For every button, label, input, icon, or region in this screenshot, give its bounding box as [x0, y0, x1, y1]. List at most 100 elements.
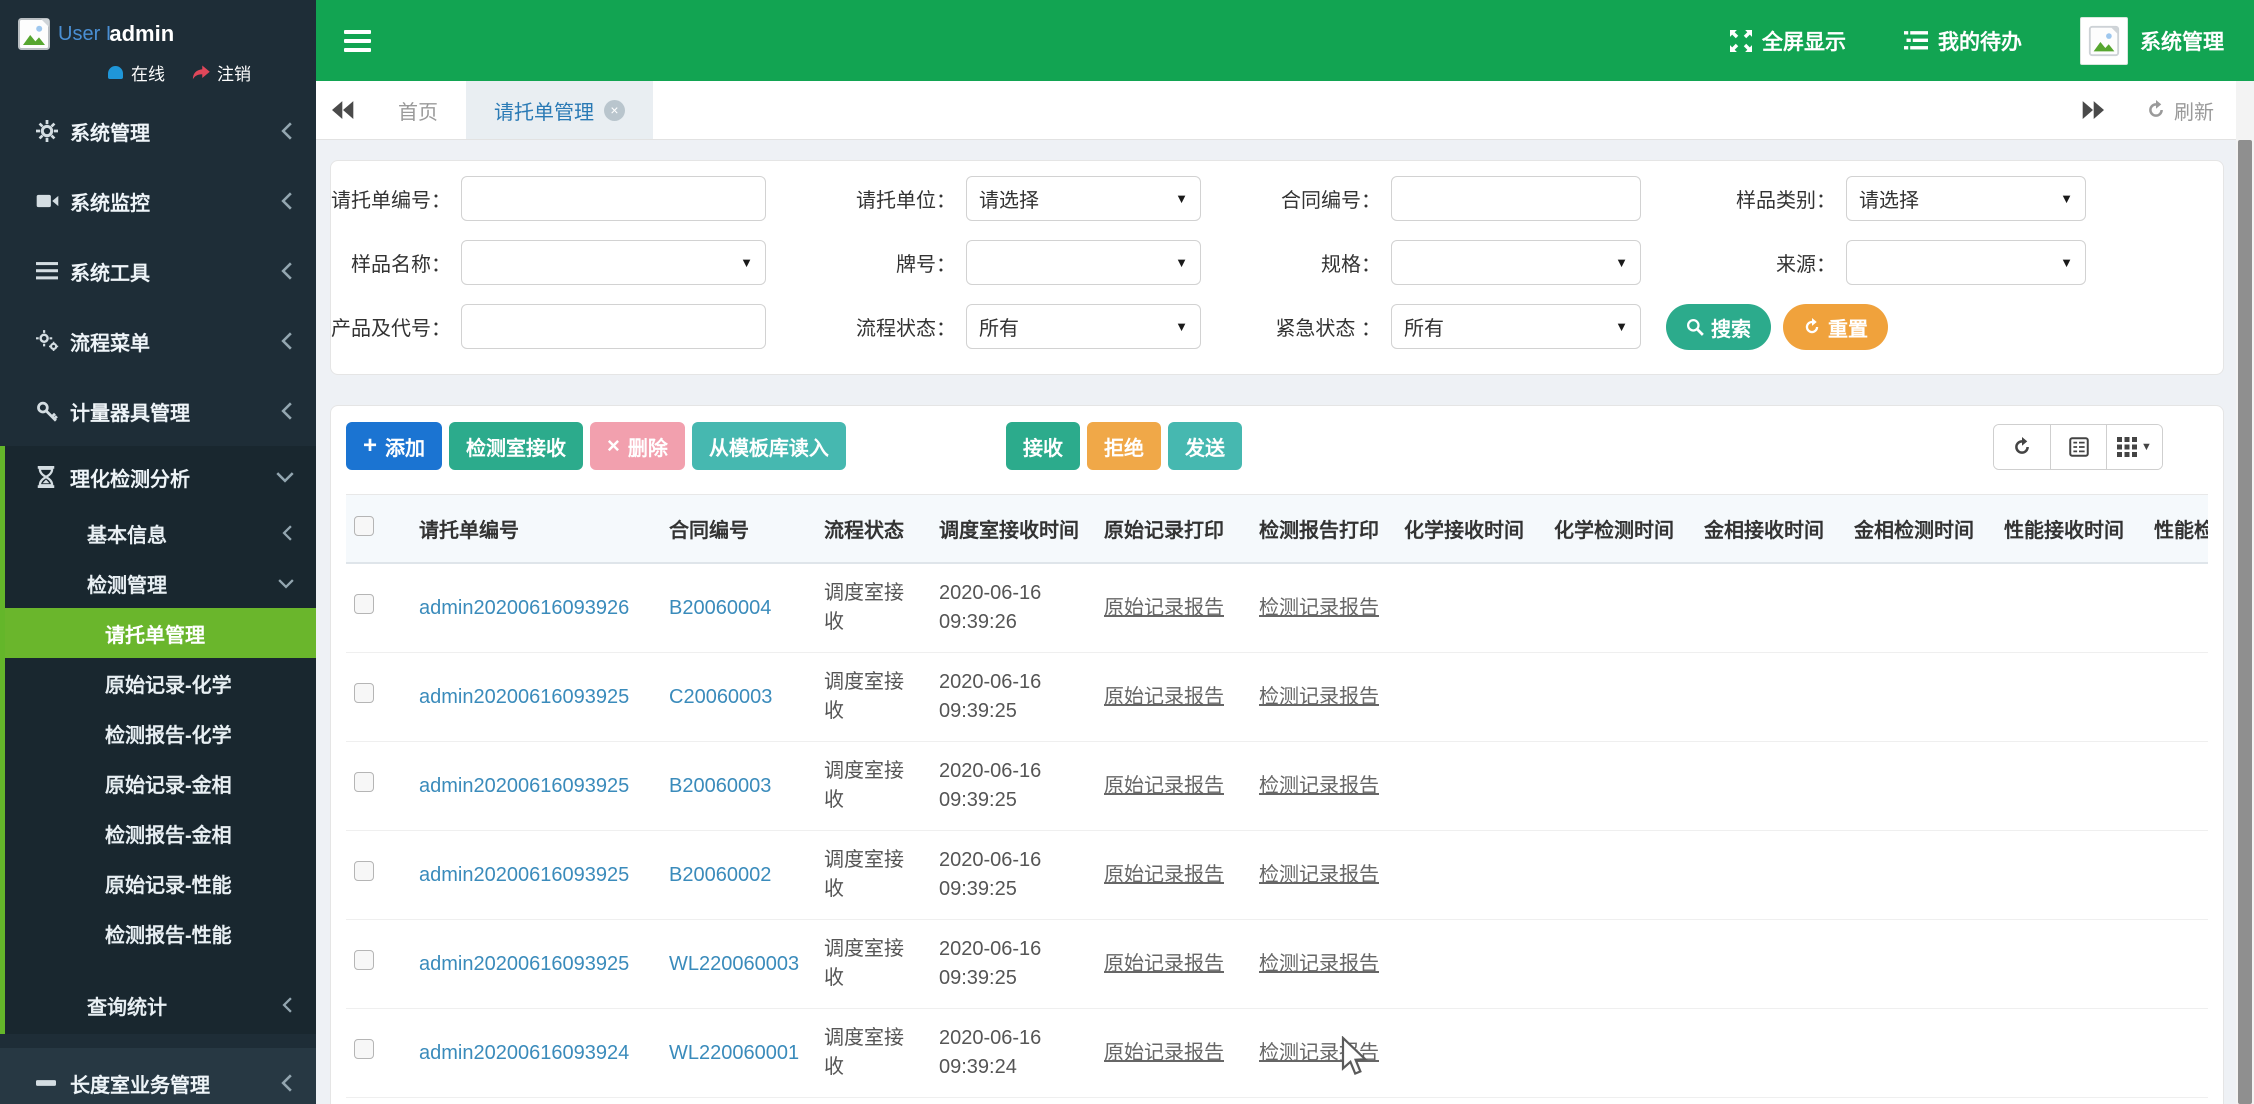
menu-icon[interactable] [344, 29, 371, 52]
gear-icon [36, 120, 70, 142]
test-report-link[interactable]: 检测记录报告 [1259, 953, 1379, 975]
test-report-link[interactable]: 检测记录报告 [1259, 1042, 1379, 1064]
sidebar-item-query-stats[interactable]: 查询统计 [5, 976, 316, 1034]
tab-bar: 首页 请托单管理 × 刷新 [316, 81, 2254, 140]
contract-no-link[interactable]: B20060004 [669, 597, 771, 619]
sidebar-item-label: 基本信息 [87, 524, 167, 547]
row-checkbox[interactable] [354, 1038, 374, 1059]
scrollbar-thumb[interactable] [2238, 140, 2252, 1104]
fullscreen-button[interactable]: 全屏显示 [1730, 26, 1846, 56]
row-checkbox[interactable] [354, 682, 374, 703]
brand-select[interactable]: ▼ [966, 240, 1201, 285]
product-code-input[interactable] [461, 304, 766, 349]
sidebar-item-process-menu[interactable]: 流程菜单 [0, 306, 316, 376]
send-button[interactable]: 发送 [1168, 422, 1242, 470]
logout-label: 注销 [217, 65, 251, 84]
spec-select[interactable]: ▼ [1391, 240, 1641, 285]
from-template-label: 从模板库读入 [708, 437, 829, 460]
tab-home[interactable]: 首页 [370, 81, 466, 139]
original-record-link[interactable]: 原始记录报告 [1104, 864, 1224, 886]
sidebar-item-system-mgmt[interactable]: 系统管理 [0, 96, 316, 166]
sidebar-item-original-record-chem[interactable]: 原始记录-化学 [5, 658, 316, 708]
avatar-alt-text: User I [58, 22, 112, 45]
source-select[interactable]: ▼ [1846, 240, 2086, 285]
reject-button[interactable]: 拒绝 [1087, 422, 1161, 470]
sidebar-item-original-record-perf[interactable]: 原始记录-性能 [5, 858, 316, 908]
add-button[interactable]: + 添加 [346, 422, 443, 470]
contract-no-link[interactable]: B20060003 [669, 775, 771, 797]
order-no-link[interactable]: admin20200616093924 [419, 1042, 629, 1064]
test-report-link[interactable]: 检测记录报告 [1259, 597, 1379, 619]
contract-no-link[interactable]: WL220060003 [669, 953, 799, 975]
sidebar-item-report-perf[interactable]: 检测报告-性能 [5, 908, 316, 958]
chevron-down-icon: ▼ [1615, 319, 1628, 334]
close-icon[interactable]: × [604, 99, 625, 121]
tab-back-icon[interactable] [316, 81, 370, 139]
from-template-button[interactable]: 从模板库读入 [691, 422, 846, 470]
select-all-checkbox[interactable] [354, 515, 374, 536]
sidebar-item-detection-mgmt[interactable]: 检测管理 [5, 558, 316, 608]
delete-button[interactable]: × 删除 [590, 422, 685, 470]
row-checkbox[interactable] [354, 949, 374, 970]
key-icon [36, 400, 70, 422]
user-panel: User Iadmin 在线 注销 [0, 0, 316, 96]
sample-category-select[interactable]: 请选择 ▼ [1846, 176, 2086, 221]
original-record-link[interactable]: 原始记录报告 [1104, 597, 1224, 619]
field-label: 流程状态： [856, 318, 956, 340]
test-report-link[interactable]: 检测记录报告 [1259, 686, 1379, 708]
sidebar-item-system-tools[interactable]: 系统工具 [0, 236, 316, 306]
contract-no-input[interactable] [1391, 176, 1641, 221]
sample-name-select[interactable]: ▼ [461, 240, 766, 285]
app-window: User Iadmin 在线 注销 系统管理 系统监控 系统工具 流程菜单 计量… [0, 0, 2254, 1104]
sidebar-item-physchem-analysis[interactable]: 理化检测分析 [5, 446, 316, 508]
row-checkbox[interactable] [354, 860, 374, 881]
sidebar-item-report-metallo[interactable]: 检测报告-金相 [5, 808, 316, 858]
detail-view-button[interactable] [2050, 425, 2106, 469]
urgency-status-select[interactable]: 所有 ▼ [1391, 304, 1641, 349]
original-record-link[interactable]: 原始记录报告 [1104, 1042, 1224, 1064]
row-checkbox[interactable] [354, 771, 374, 792]
sidebar-item-length-room[interactable]: 长度室业务管理 [0, 1048, 316, 1104]
contract-no-link[interactable]: C20060003 [669, 686, 772, 708]
my-todo-button[interactable]: 我的待办 [1904, 26, 2022, 56]
field-label: 请托单位： [856, 190, 956, 212]
lab-receive-label: 检测室接收 [466, 437, 567, 460]
order-no-link[interactable]: admin20200616093925 [419, 775, 629, 797]
process-status-select[interactable]: 所有 ▼ [966, 304, 1201, 349]
contract-no-link[interactable]: B20060002 [669, 864, 771, 886]
contract-no-link[interactable]: WL220060001 [669, 1042, 799, 1064]
request-unit-select[interactable]: 请选择 ▼ [966, 176, 1201, 221]
sidebar-item-request-orders[interactable]: 请托单管理 [5, 608, 316, 658]
receive-button[interactable]: 接收 [1006, 422, 1080, 470]
original-record-link[interactable]: 原始记录报告 [1104, 953, 1224, 975]
admin-menu[interactable]: 系统管理 [2080, 16, 2224, 65]
order-no-link[interactable]: admin20200616093925 [419, 864, 629, 886]
logout-link[interactable]: 注销 [191, 60, 251, 85]
tab-request-orders[interactable]: 请托单管理 × [466, 81, 653, 139]
row-checkbox[interactable] [354, 593, 374, 614]
columns-button[interactable]: ▼ [2106, 425, 2162, 469]
sidebar-item-label: 原始记录-性能 [105, 874, 232, 897]
order-no-link[interactable]: admin20200616093925 [419, 953, 629, 975]
test-report-link[interactable]: 检测记录报告 [1259, 864, 1379, 886]
search-button[interactable]: 搜索 [1666, 304, 1771, 350]
sidebar-item-system-monitor[interactable]: 系统监控 [0, 166, 316, 236]
original-record-link[interactable]: 原始记录报告 [1104, 775, 1224, 797]
sidebar-item-original-record-metallo[interactable]: 原始记录-金相 [5, 758, 316, 808]
table-refresh-button[interactable] [1994, 425, 2050, 469]
original-record-link[interactable]: 原始记录报告 [1104, 686, 1224, 708]
vertical-scrollbar[interactable] [2236, 81, 2254, 1104]
sidebar-item-report-chem[interactable]: 检测报告-化学 [5, 708, 316, 758]
order-no-link[interactable]: admin20200616093926 [419, 597, 629, 619]
sidebar-item-label: 系统工具 [70, 262, 150, 285]
sidebar-item-basic-info[interactable]: 基本信息 [5, 508, 316, 558]
tab-forward-icon[interactable] [2066, 101, 2120, 119]
test-report-link[interactable]: 检测记录报告 [1259, 775, 1379, 797]
refresh-button[interactable]: 刷新 [2146, 96, 2214, 125]
order-no-link[interactable]: admin20200616093925 [419, 686, 629, 708]
lab-receive-button[interactable]: 检测室接收 [449, 422, 584, 470]
order-no-input[interactable] [461, 176, 766, 221]
sidebar-item-measuring-instruments[interactable]: 计量器具管理 [0, 376, 316, 446]
col-header: 流程状态 [816, 494, 931, 564]
reset-button[interactable]: 重置 [1783, 304, 1888, 350]
